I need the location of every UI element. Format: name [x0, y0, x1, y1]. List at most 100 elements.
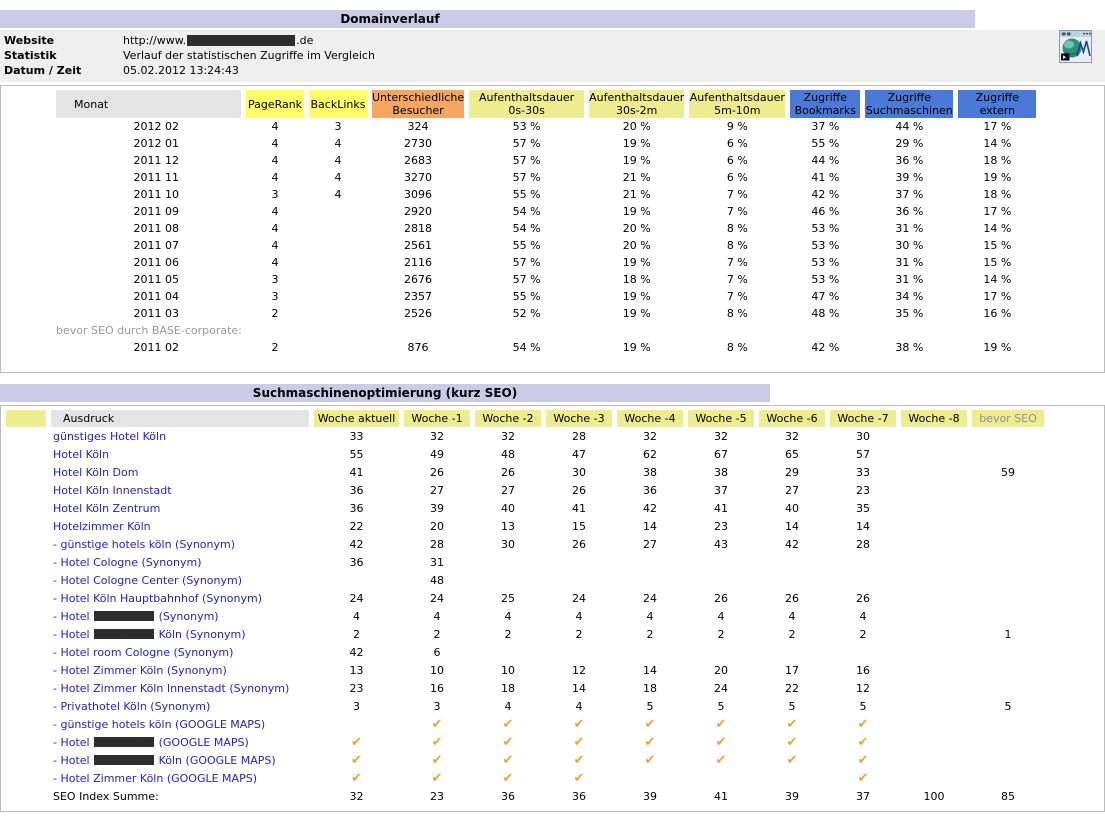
keyword-link[interactable]: - Hotel Zimmer Köln (Synonym) — [51, 661, 309, 679]
month-cell: 2011 08 — [56, 220, 241, 237]
stats-app-icon[interactable] — [1059, 30, 1092, 63]
keyword-link[interactable]: - Hotel (GOOGLE MAPS) — [51, 733, 309, 751]
value-cell: 37 — [830, 787, 896, 805]
value-cell: ✔ — [759, 715, 825, 733]
value-cell — [309, 237, 367, 254]
spacer-cell — [6, 553, 46, 571]
keyword-link[interactable]: Hotel Köln Innenstadt — [51, 481, 309, 499]
value-cell: 26 — [830, 589, 896, 607]
table-row: - Hotel Köln Hauptbahnhof (Synonym)24242… — [6, 589, 1044, 607]
keyword-link[interactable]: Hotel Köln — [51, 445, 309, 463]
keyword-link[interactable]: - Hotel Zimmer Köln (GOOGLE MAPS) — [51, 769, 309, 787]
value-cell: 57 % — [469, 152, 584, 169]
spacer-cell — [6, 169, 51, 186]
value-cell — [759, 553, 825, 571]
value-cell: 876 — [372, 339, 464, 356]
value-cell: 38 % — [865, 339, 953, 356]
table-row: - Hotel Köln (Synonym)222222221 — [6, 625, 1044, 643]
website-row: Websitehttp://www..de — [0, 33, 1105, 48]
checkmark-icon: ✔ — [503, 771, 514, 786]
keyword-link[interactable]: - Hotel Cologne (Synonym) — [51, 553, 309, 571]
keyword-link[interactable]: - Hotel Zimmer Köln Innenstadt (Synonym) — [51, 679, 309, 697]
checkmark-icon: ✔ — [858, 717, 869, 732]
table-row: Hotel Köln Innenstadt3627272636372723 — [6, 481, 1044, 499]
value-cell: 31 % — [865, 220, 953, 237]
value-cell: ✔ — [759, 751, 825, 769]
table-row: 2011 064211657 %19 %7 %53 %31 %15 % — [6, 254, 1036, 271]
keyword-link[interactable]: - günstige hotels köln (GOOGLE MAPS) — [51, 715, 309, 733]
value-cell — [972, 517, 1044, 535]
value-cell: 54 % — [469, 220, 584, 237]
value-cell — [972, 661, 1044, 679]
value-cell: 14 — [617, 661, 683, 679]
keyword-link[interactable]: - Hotel Köln (Synonym) — [51, 625, 309, 643]
keyword-link[interactable]: Hotelzimmer Köln — [51, 517, 309, 535]
value-cell: 5 — [688, 697, 754, 715]
table-row: 2011 074256155 %20 %8 %53 %30 %15 % — [6, 237, 1036, 254]
value-cell: 55 % — [469, 288, 584, 305]
value-cell: 55 % — [469, 186, 584, 203]
spacer-cell — [6, 535, 46, 553]
value-cell: 26 — [546, 481, 612, 499]
checkmark-icon: ✔ — [716, 753, 727, 768]
checkmark-icon: ✔ — [574, 735, 585, 750]
keyword-link[interactable]: Hotel Köln Dom — [51, 463, 309, 481]
value-cell: ✔ — [546, 751, 612, 769]
value-cell: 41 — [688, 787, 754, 805]
table-row: 2011 1244268357 %19 %6 %44 %36 %18 % — [6, 152, 1036, 169]
value-cell: 39 — [404, 499, 470, 517]
keyword-text: - günstige hotels köln (GOOGLE MAPS) — [53, 718, 265, 731]
month-cell: 2011 02 — [56, 339, 241, 356]
keyword-text: - Hotel Cologne Center (Synonym) — [53, 574, 242, 587]
value-cell: 53 % — [790, 271, 860, 288]
keyword-link[interactable]: - Privathotel Köln (Synonym) — [51, 697, 309, 715]
value-cell — [617, 643, 683, 661]
value-cell: 39 % — [865, 169, 953, 186]
value-cell: 16 — [404, 679, 470, 697]
value-cell: 4 — [246, 203, 304, 220]
column-header: Woche -8 — [901, 410, 967, 427]
value-cell: 18 — [475, 679, 541, 697]
value-cell: 16 % — [958, 305, 1036, 322]
value-cell: 19 % — [589, 254, 684, 271]
month-cell: 2011 11 — [56, 169, 241, 186]
keyword-link[interactable]: günstiges Hotel Köln — [51, 427, 309, 445]
value-cell: 22 — [759, 679, 825, 697]
value-cell — [901, 589, 967, 607]
keyword-link[interactable]: - Hotel Köln Hauptbahnhof (Synonym) — [51, 589, 309, 607]
value-cell: 14 — [830, 517, 896, 535]
value-cell: 4 — [475, 697, 541, 715]
value-cell: 57 % — [469, 254, 584, 271]
value-cell: 53 % — [790, 254, 860, 271]
value-cell: 3 — [246, 271, 304, 288]
table-row: - Hotel Cologne (Synonym)3631 — [6, 553, 1044, 571]
value-cell: 4 — [309, 152, 367, 169]
value-cell: 24 — [546, 589, 612, 607]
value-cell: 324 — [372, 118, 464, 135]
column-header: Zugriffe Bookmarks — [790, 90, 860, 118]
value-cell: 4 — [314, 607, 399, 625]
keyword-link[interactable]: - Hotel (Synonym) — [51, 607, 309, 625]
value-cell: 41 % — [790, 169, 860, 186]
spacer-cell — [6, 90, 51, 118]
checkmark-icon: ✔ — [858, 753, 869, 768]
table-row: - Hotel Cologne Center (Synonym)48 — [6, 571, 1044, 589]
redaction-box — [94, 611, 154, 621]
keyword-link[interactable]: Hotel Köln Zentrum — [51, 499, 309, 517]
value-cell: ✔ — [830, 733, 896, 751]
seo-table-box: AusdruckWoche aktuellWoche -1Woche -2Woc… — [0, 405, 1105, 812]
table-row: Hotel Köln Zentrum3639404142414035 — [6, 499, 1044, 517]
value-cell: 65 — [759, 445, 825, 463]
value-cell — [901, 607, 967, 625]
value-cell: 3 — [246, 288, 304, 305]
keyword-link[interactable]: - Hotel Köln (GOOGLE MAPS) — [51, 751, 309, 769]
keyword-link[interactable]: - Hotel Cologne Center (Synonym) — [51, 571, 309, 589]
value-cell — [546, 643, 612, 661]
value-cell: 2818 — [372, 220, 464, 237]
value-cell — [901, 751, 967, 769]
value-cell: 53 % — [790, 220, 860, 237]
keyword-text: Hotel Köln — [53, 448, 109, 461]
keyword-link[interactable]: - Hotel room Cologne (Synonym) — [51, 643, 309, 661]
keyword-link[interactable]: - günstige hotels köln (Synonym) — [51, 535, 309, 553]
value-cell — [901, 643, 967, 661]
